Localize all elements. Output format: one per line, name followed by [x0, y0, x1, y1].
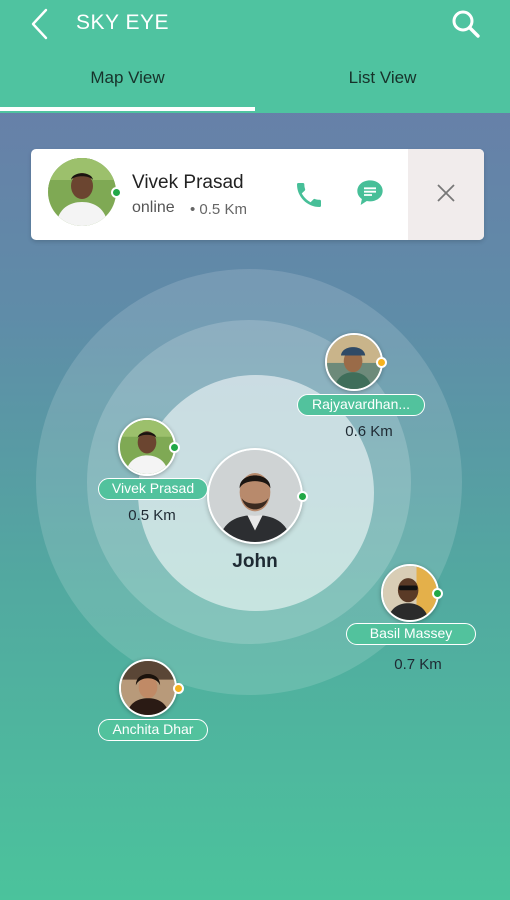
person-photo	[327, 335, 381, 389]
card-status-text: online	[132, 199, 175, 216]
tab-map-view[interactable]: Map View	[0, 68, 255, 92]
person-distance: 0.5 Km	[128, 507, 176, 524]
person-photo	[48, 158, 116, 226]
person-name-label[interactable]: Vivek Prasad	[98, 478, 208, 500]
app-header: SKY EYE Map View List View	[0, 0, 510, 113]
person-avatar[interactable]	[119, 659, 177, 717]
chat-bubble-icon	[357, 180, 383, 205]
person-name-label[interactable]: Anchita Dhar	[98, 719, 208, 741]
chevron-left-icon	[31, 8, 48, 40]
person-photo	[121, 661, 175, 715]
person-avatar[interactable]	[325, 333, 383, 391]
person-name-label[interactable]: Basil Massey	[346, 623, 476, 645]
center-user-name: John	[232, 551, 278, 572]
person-avatar[interactable]	[118, 418, 176, 476]
chat-button[interactable]	[354, 177, 386, 209]
app-title: SKY EYE	[76, 11, 169, 34]
away-status-dot	[173, 683, 184, 694]
tab-list-view[interactable]: List View	[255, 68, 510, 92]
person-avatar[interactable]	[381, 564, 439, 622]
card-person-name: Vivek Prasad	[132, 172, 244, 193]
away-status-dot	[376, 357, 387, 368]
center-user-avatar[interactable]	[207, 448, 303, 544]
active-tab-indicator	[0, 107, 255, 111]
phone-icon	[297, 183, 321, 207]
person-photo	[120, 420, 174, 474]
person-name-label[interactable]: Rajyavardhan...	[297, 394, 425, 416]
close-card-button[interactable]	[408, 149, 484, 240]
online-status-dot	[297, 491, 308, 502]
close-icon	[437, 184, 455, 202]
online-status-dot	[432, 588, 443, 599]
person-photo	[209, 450, 301, 542]
card-avatar[interactable]	[48, 158, 116, 226]
screen: SKY EYE Map View List View Vivek Prasad …	[0, 0, 510, 900]
call-button[interactable]	[293, 179, 325, 211]
online-status-dot	[111, 187, 122, 198]
person-photo	[383, 566, 437, 620]
card-distance: • 0.5 Km	[190, 201, 247, 218]
online-status-dot	[169, 442, 180, 453]
person-distance: 0.6 Km	[345, 423, 393, 440]
person-distance: 0.7 Km	[394, 656, 442, 673]
search-icon	[452, 10, 480, 38]
back-button[interactable]	[22, 6, 62, 42]
search-button[interactable]	[446, 6, 486, 42]
selected-person-card[interactable]: Vivek Prasad online • 0.5 Km	[31, 149, 484, 240]
